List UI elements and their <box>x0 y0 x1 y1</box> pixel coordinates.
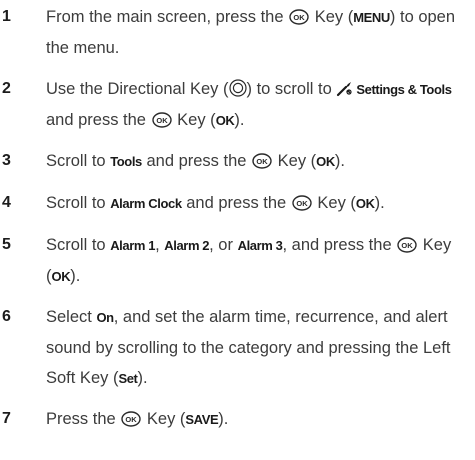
ui-label: SAVE <box>185 412 219 427</box>
step-text: Use the Directional Key () to scroll to … <box>46 74 473 136</box>
step-number: 2 <box>2 80 11 97</box>
svg-text:OK: OK <box>156 116 168 125</box>
svg-text:OK: OK <box>402 241 414 250</box>
step-number: 6 <box>2 308 11 325</box>
svg-text:OK: OK <box>126 415 138 424</box>
step-text: Scroll to Alarm Clock and press the OK K… <box>46 188 473 219</box>
step-5: 5 Scroll to Alarm 1, Alarm 2, or Alarm 3… <box>0 230 475 290</box>
ui-label: Alarm 3 <box>237 238 283 253</box>
step-text-segment: Select <box>46 308 97 326</box>
step-text-segment: ). <box>334 152 345 170</box>
step-1: 1 From the main screen, press the OK Key… <box>0 2 475 62</box>
step-text-segment: Scroll to <box>46 152 111 170</box>
step-text-segment: Scroll to <box>46 236 111 254</box>
ok-key-icon: OK <box>292 191 312 211</box>
step-number: 7 <box>2 410 11 427</box>
ok-key-icon: OK <box>252 149 272 169</box>
step-text-segment: Key ( <box>312 194 356 212</box>
step-text-segment: Press the <box>46 410 121 428</box>
step-text: From the main screen, press the OK Key (… <box>46 2 473 63</box>
step-text: Scroll to Tools and press the OK Key (OK… <box>46 146 473 177</box>
ui-label: MENU <box>353 10 390 25</box>
step-6: 6 Select On, and set the alarm time, rec… <box>0 302 475 392</box>
step-text-segment: , or <box>209 236 238 254</box>
step-text-segment: , <box>155 236 165 254</box>
ok-key-icon: OK <box>121 407 141 427</box>
ui-label: OK <box>316 154 335 169</box>
ui-label: Set <box>118 371 138 386</box>
svg-text:OK: OK <box>256 157 268 166</box>
step-text-segment: Use the Directional Key ( <box>46 80 229 98</box>
step-text-segment: , and press the <box>282 236 397 254</box>
ok-key-icon: OK <box>151 108 172 128</box>
svg-text:OK: OK <box>293 13 305 22</box>
step-number: 3 <box>2 152 11 169</box>
step-text-segment: ). <box>218 410 229 428</box>
step-text-segment: ). <box>374 194 385 212</box>
step-text: Select On, and set the alarm time, recur… <box>46 302 473 394</box>
step-2: 2 Use the Directional Key ( ) to scroll t… <box>0 74 475 134</box>
ui-label: Alarm 1 <box>110 238 156 253</box>
step-text-segment: Key ( <box>142 410 186 428</box>
step-number: 4 <box>2 194 11 211</box>
ui-label: Alarm Clock <box>110 196 182 211</box>
step-text-segment: ) to scroll to <box>246 80 337 98</box>
ok-key-icon: OK <box>397 233 417 253</box>
step-text-segment: From the main screen, press the <box>46 8 289 26</box>
step-4: 4 Scroll to Alarm Clock and press the OK… <box>0 188 475 218</box>
step-text-segment: Key ( <box>310 8 354 26</box>
step-text-segment: Key ( <box>172 111 216 129</box>
directional-key-icon <box>228 77 247 97</box>
step-text-segment: ). <box>137 369 148 387</box>
step-text-segment: and press the <box>46 111 151 129</box>
step-number: 1 <box>2 8 11 25</box>
step-3: 3 Scroll to Tools and press the OK Key (… <box>0 146 475 176</box>
step-text-segment: Scroll to <box>46 194 111 212</box>
step-text: Scroll to Alarm 1, Alarm 2, or Alarm 3, … <box>46 230 473 292</box>
ui-label: On <box>96 310 114 325</box>
svg-text:OK: OK <box>296 199 308 208</box>
step-text-segment: ). <box>234 111 245 129</box>
ui-label: Alarm 2 <box>164 238 210 253</box>
step-number: 5 <box>2 236 11 253</box>
step-text-segment: Key ( <box>273 152 317 170</box>
step-7: 7 Press the OK Key (SAVE). <box>0 404 475 434</box>
ui-label: OK <box>355 196 375 211</box>
ui-label: OK <box>51 269 71 284</box>
ui-label: Settings & Tools <box>356 82 452 97</box>
step-text-segment: ). <box>70 267 81 285</box>
settings-tools-icon <box>336 77 354 97</box>
step-text-segment: and press the <box>141 152 252 170</box>
ok-key-icon: OK <box>289 5 309 25</box>
ui-label: Tools <box>110 154 142 169</box>
step-text: Press the OK Key (SAVE). <box>46 404 473 435</box>
step-text-segment: and press the <box>181 194 291 212</box>
ui-label: OK <box>215 113 235 128</box>
